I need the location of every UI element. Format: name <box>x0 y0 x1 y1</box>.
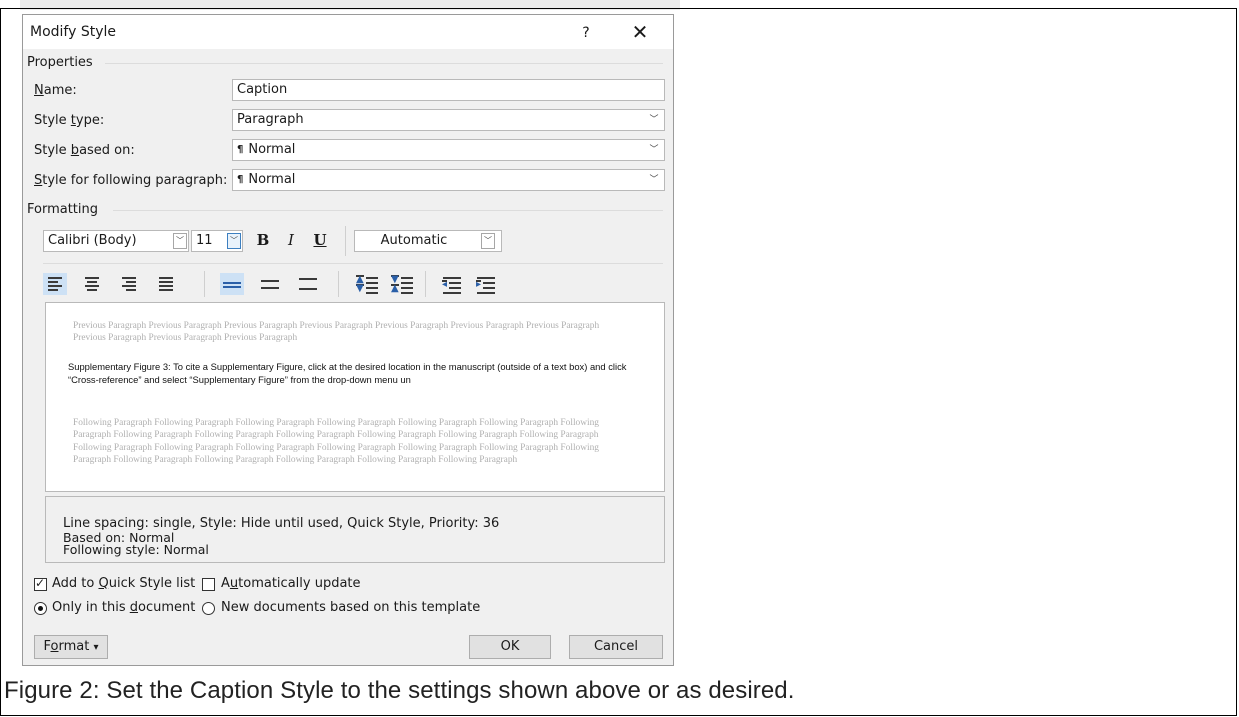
preview-sample-text: Supplementary Figure 3: To cite a Supple… <box>68 361 627 385</box>
toolbar-separator <box>345 226 346 256</box>
toolbar-separator <box>338 271 339 297</box>
preview-following-paragraph: Following Paragraph Following Paragraph … <box>73 418 599 465</box>
add-quick-style-label: Add to Quick Style list <box>52 576 196 591</box>
style-description: Line spacing: single, Style: Hide until … <box>45 496 665 563</box>
name-value: Caption <box>237 82 288 97</box>
name-label: Name: <box>34 83 77 98</box>
modify-style-dialog: Modify Style ? ✕ Properties Name: Captio… <box>22 14 674 666</box>
toolbar-separator <box>204 271 205 297</box>
name-input[interactable]: Caption <box>232 79 665 101</box>
chevron-down-icon: ﹀ <box>643 140 664 160</box>
style-type-value: Paragraph <box>237 112 304 127</box>
increase-indent-icon[interactable]: ▸ <box>473 273 499 295</box>
style-type-select[interactable]: Paragraph ﹀ <box>232 109 665 131</box>
chevron-down-icon: ﹀ <box>173 233 187 249</box>
toolbar-separator <box>425 271 426 297</box>
italic-button[interactable]: I <box>280 231 302 249</box>
auto-update-checkbox[interactable] <box>202 578 215 591</box>
dialog-title: Modify Style <box>30 24 117 40</box>
new-documents-label: New documents based on this template <box>221 600 481 615</box>
description-line-spacing: Line spacing: single, Style: Hide until … <box>63 516 500 531</box>
close-button[interactable]: ✕ <box>623 19 657 45</box>
decrease-indent-icon[interactable]: ◂ <box>439 273 465 295</box>
font-color-value: Automatic <box>380 233 448 248</box>
following-style-label: Style for following paragraph: <box>34 173 228 188</box>
following-style-select[interactable]: ¶ Normal ﹀ <box>232 169 665 191</box>
add-quick-style-checkbox[interactable] <box>34 576 47 591</box>
properties-divider <box>105 63 663 64</box>
dialog-titlebar: Modify Style ? ✕ <box>23 15 673 49</box>
justify-icon[interactable] <box>154 273 178 295</box>
new-documents-radio[interactable] <box>202 602 215 615</box>
only-this-document-radio[interactable] <box>34 602 47 615</box>
preview-previous-paragraph: Previous Paragraph Previous Paragraph Pr… <box>73 321 600 344</box>
bold-button[interactable]: B <box>252 231 274 249</box>
space-before-increase-icon[interactable]: ▲ ▼ <box>354 273 380 295</box>
formatting-section-label: Formatting <box>27 202 99 217</box>
figure-caption: Figure 2: Set the Caption Style to the s… <box>4 677 795 704</box>
paragraph-style-icon: ¶ <box>237 144 244 155</box>
caret-down-icon: ▾ <box>93 642 99 653</box>
format-menu-button[interactable]: Format ▾ <box>34 635 108 659</box>
chevron-down-icon: ﹀ <box>643 170 664 190</box>
cancel-button[interactable]: Cancel <box>569 635 663 659</box>
description-following-style: Following style: Normal <box>63 542 209 557</box>
underline-button[interactable]: U <box>309 231 331 249</box>
toolbar-divider <box>43 263 663 264</box>
style-type-label: Style type: <box>34 113 105 128</box>
based-on-value: Normal <box>248 142 296 157</box>
style-preview-pane: Previous Paragraph Previous Paragraph Pr… <box>45 302 665 492</box>
align-right-icon[interactable] <box>117 273 141 295</box>
chevron-down-icon: ﹀ <box>481 233 495 249</box>
space-before-decrease-icon[interactable]: ▼ ▲ <box>389 273 415 295</box>
only-this-document-label: Only in this document <box>52 600 196 615</box>
ok-button[interactable]: OK <box>469 635 551 659</box>
font-color-select[interactable]: Automatic ﹀ <box>354 230 502 252</box>
following-style-value: Normal <box>248 172 296 187</box>
auto-update-label: Automatically update <box>221 576 361 591</box>
properties-section-label: Properties <box>27 55 93 70</box>
align-left-icon[interactable] <box>43 273 67 295</box>
based-on-select[interactable]: ¶ Normal ﹀ <box>232 139 665 161</box>
single-spacing-icon[interactable] <box>220 273 244 295</box>
based-on-label: Style based on: <box>34 143 135 158</box>
double-spacing-icon[interactable] <box>296 273 320 295</box>
font-size-value: 11 <box>196 233 213 248</box>
chevron-down-icon: ﹀ <box>643 110 664 130</box>
chevron-down-icon: ﹀ <box>227 233 241 249</box>
paragraph-style-icon: ¶ <box>237 174 244 185</box>
align-center-icon[interactable] <box>80 273 104 295</box>
help-button[interactable]: ? <box>571 21 601 45</box>
font-select[interactable]: Calibri (Body) ﹀ <box>43 230 189 252</box>
formatting-divider <box>113 210 663 211</box>
font-value: Calibri (Body) <box>48 233 137 248</box>
one-and-half-spacing-icon[interactable] <box>258 273 282 295</box>
font-size-select[interactable]: 11 ﹀ <box>191 230 243 252</box>
